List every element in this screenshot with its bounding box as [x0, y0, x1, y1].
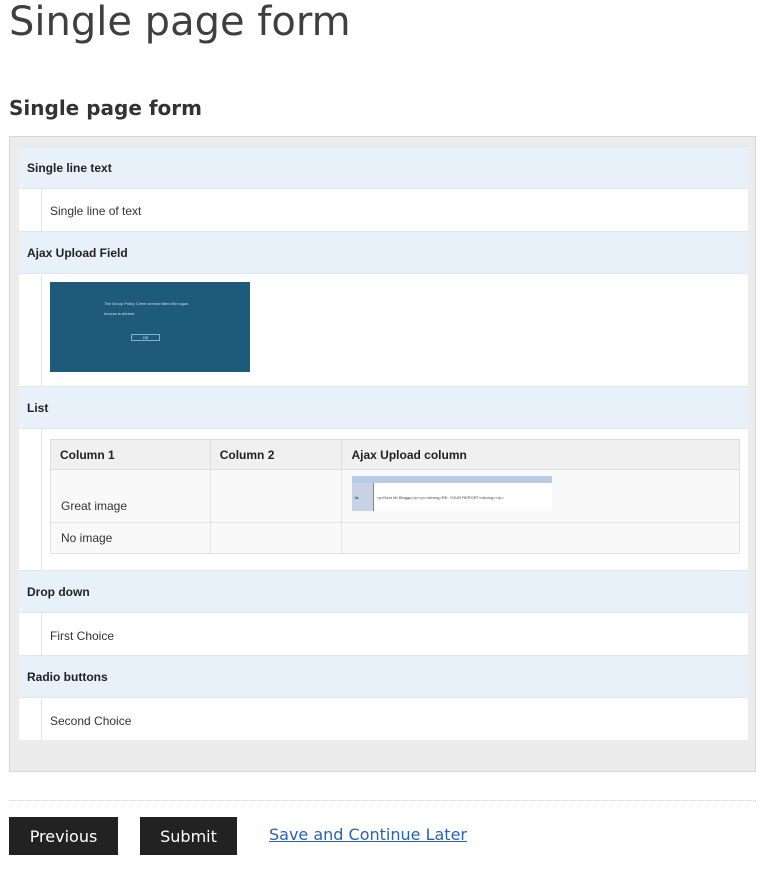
- form-title: Single page form: [9, 96, 202, 120]
- table-cell-upload: 0▸ <p>Dear Mr Bloggs</p><p><strong>RE: Y…: [341, 469, 740, 523]
- table-header-row: Column 1 Column 2 Ajax Upload column: [50, 439, 740, 470]
- previous-button[interactable]: Previous: [9, 817, 118, 855]
- section-header-radio: Radio buttons: [19, 655, 748, 698]
- section-label: Radio buttons: [27, 669, 108, 684]
- indent-line: [41, 274, 42, 386]
- table-cell: Great image: [50, 469, 211, 523]
- section-body-radio: Second Choice: [19, 698, 748, 740]
- column-header: Column 2: [209, 439, 343, 470]
- table-row: No image: [50, 522, 740, 554]
- submit-button[interactable]: Submit: [140, 817, 237, 855]
- thumb-ok-button: OK: [131, 334, 160, 341]
- section-label: Ajax Upload Field: [27, 245, 128, 260]
- section-label: Drop down: [27, 584, 90, 599]
- table-cell: [209, 469, 343, 523]
- thumb-message-line1: The Group Policy Client service failed t…: [104, 301, 190, 306]
- page-title: Single page form: [9, 0, 351, 45]
- section-label: Single line text: [27, 160, 112, 175]
- indent-line: [41, 613, 42, 655]
- section-label: List: [27, 400, 49, 415]
- table-cell: [341, 522, 740, 554]
- thumb-message-line2: Access is denied.: [104, 311, 136, 316]
- list-table: Column 1 Column 2 Ajax Upload column Gre…: [50, 439, 740, 554]
- indent-line: [41, 698, 42, 740]
- column-header: Column 1: [50, 439, 211, 470]
- section-header-ajax-upload: Ajax Upload Field: [19, 231, 748, 274]
- section-body-ajax-upload: The Group Policy Client service failed t…: [19, 274, 748, 386]
- section-body-drop-down: First Choice: [19, 613, 748, 655]
- radio-value: Second Choice: [50, 714, 132, 728]
- section-body-single-line: Single line of text: [19, 189, 748, 231]
- thumb-code-text: <p>Dear Mr Bloggs</p><p><strong>RE: YOUR…: [376, 495, 504, 500]
- divider: [9, 800, 756, 801]
- drop-down-value: First Choice: [50, 629, 115, 643]
- indent-line: [41, 189, 42, 231]
- table-cell: No image: [50, 522, 211, 554]
- single-line-value: Single line of text: [50, 204, 142, 218]
- indent-line: [41, 429, 42, 570]
- form-container: Single line text Single line of text Aja…: [9, 136, 756, 772]
- uploaded-image-thumbnail[interactable]: The Group Policy Client service failed t…: [50, 282, 250, 372]
- column-header: Ajax Upload column: [341, 439, 740, 470]
- uploaded-document-thumbnail[interactable]: 0▸ <p>Dear Mr Bloggs</p><p><strong>RE: Y…: [352, 476, 553, 511]
- table-cell: [209, 522, 343, 554]
- save-and-continue-later-link[interactable]: Save and Continue Later: [269, 825, 467, 844]
- section-header-single-line: Single line text: [19, 146, 748, 189]
- section-body-list: Column 1 Column 2 Ajax Upload column Gre…: [19, 429, 748, 570]
- table-row: Great image 0▸ <p>Dear Mr Bloggs</p><p><…: [50, 469, 740, 523]
- thumb-toolbar: [352, 476, 553, 483]
- section-header-drop-down: Drop down: [19, 570, 748, 613]
- section-header-list: List: [19, 386, 748, 429]
- thumb-side-label: 0▸: [354, 495, 359, 500]
